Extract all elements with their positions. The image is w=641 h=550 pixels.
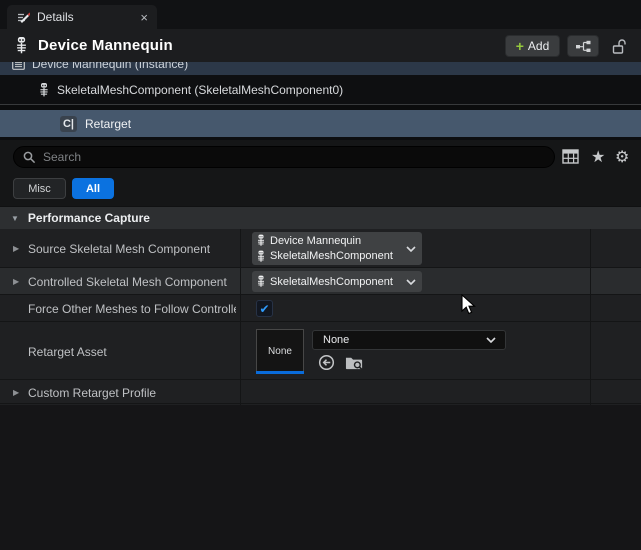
section-performance-capture[interactable]: ▼ Performance Capture [0, 206, 641, 229]
component-tree: Device Mannequin (Instance) SkeletalMesh… [0, 62, 641, 140]
tab-bar: Details × [0, 0, 641, 29]
favorites-star-icon[interactable]: ★ [591, 147, 605, 167]
tab-details[interactable]: Details × [7, 5, 157, 29]
filter-row: Misc All [0, 173, 641, 206]
asset-action-buttons [318, 354, 364, 371]
search-placeholder: Search [43, 150, 81, 164]
chevron-down-icon [406, 279, 416, 285]
row-source-skeletal-mesh: ▶ Source Skeletal Mesh Component Device … [0, 229, 641, 268]
use-selected-asset-icon[interactable] [318, 354, 335, 371]
section-title: Performance Capture [28, 211, 150, 225]
instance-icon [12, 62, 25, 70]
expand-arrow-icon[interactable]: ▶ [13, 244, 19, 253]
source-component-dropdown[interactable]: Device Mannequin SkeletalMeshComponent [252, 232, 422, 265]
controlled-component-dropdown[interactable]: SkeletalMeshComponent [252, 271, 422, 292]
row-force-follow: Force Other Meshes to Follow Controlled.… [0, 295, 641, 322]
tree-row-retarget-selected[interactable]: C| Retarget [0, 110, 641, 137]
plus-icon: + [516, 39, 524, 53]
filter-all-button[interactable]: All [72, 178, 114, 199]
column-view-icon[interactable] [562, 149, 579, 164]
component-c-icon: C| [60, 116, 77, 132]
chevron-down-icon [406, 246, 416, 252]
tree-row-root-label: Device Mannequin (Instance) [32, 62, 188, 71]
search-row: Search ★ ⚙ [0, 140, 641, 173]
expand-arrow-icon[interactable]: ▶ [13, 277, 19, 286]
column-divider[interactable] [240, 229, 241, 405]
hierarchy-icon [575, 40, 592, 53]
expand-arrow-icon[interactable]: ▶ [13, 388, 19, 397]
tab-label: Details [37, 10, 133, 24]
row-retarget-asset: Retarget Asset None None [0, 322, 641, 380]
search-icon [23, 151, 36, 164]
tab-close-icon[interactable]: × [140, 11, 148, 24]
lock-toggle-button[interactable] [607, 36, 631, 56]
blueprint-hierarchy-button[interactable] [567, 35, 599, 57]
empty-area [0, 405, 641, 550]
tree-row-skeletalmesh-label: SkeletalMeshComponent (SkeletalMeshCompo… [57, 83, 343, 97]
browse-to-asset-icon[interactable] [345, 355, 364, 371]
force-follow-checkbox[interactable]: ✔ [256, 300, 273, 317]
settings-gear-icon[interactable]: ⚙ [615, 147, 629, 167]
mouse-cursor [461, 294, 477, 316]
details-panel: Details × Device Mannequin + Add [0, 0, 641, 550]
skeleton-icon [14, 37, 29, 54]
search-input[interactable]: Search [13, 146, 555, 168]
tree-row-retarget-label: Retarget [85, 117, 131, 131]
tree-row-root[interactable]: Device Mannequin (Instance) [0, 62, 641, 75]
tree-row-skeletalmesh[interactable]: SkeletalMeshComponent (SkeletalMeshCompo… [0, 75, 641, 104]
skeleton-icon [38, 83, 50, 97]
retarget-asset-dropdown[interactable]: None [312, 330, 506, 350]
page-title: Device Mannequin [38, 37, 173, 54]
row-custom-retarget-profile: ▶ Custom Retarget Profile [0, 380, 641, 404]
unlock-icon [612, 38, 627, 55]
chevron-down-icon [486, 337, 496, 343]
column-divider[interactable] [590, 229, 591, 405]
property-grid: ▶ Source Skeletal Mesh Component Device … [0, 229, 641, 405]
chevron-down-icon: ▼ [11, 214, 19, 223]
row-controlled-skeletal-mesh: ▶ Controlled Skeletal Mesh Component Ske… [0, 268, 641, 295]
asset-thumbnail[interactable]: None [256, 329, 304, 374]
add-component-button[interactable]: + Add [505, 35, 560, 57]
check-icon: ✔ [259, 302, 269, 316]
filter-misc-button[interactable]: Misc [13, 178, 66, 199]
skeleton-icon [256, 275, 266, 288]
skeleton-icon [256, 234, 266, 247]
skeleton-icon [256, 250, 266, 263]
details-panel-icon [16, 10, 30, 24]
thumbnail-accent-bar [256, 371, 304, 374]
